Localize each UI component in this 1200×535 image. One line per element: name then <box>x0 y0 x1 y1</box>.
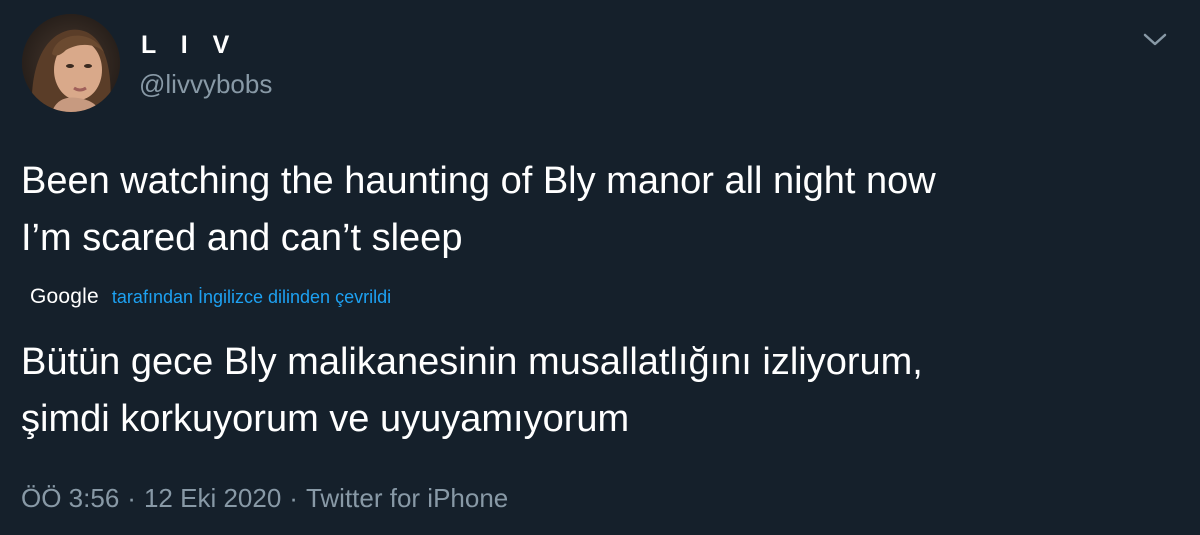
avatar[interactable] <box>22 14 120 112</box>
translation-label-link[interactable]: tarafından İngilizce dilinden çevrildi <box>112 287 391 308</box>
tweet-date[interactable]: 12 Eki 2020 <box>144 483 281 513</box>
tweet-metadata: ÖÖ 3:56 · 12 Eki 2020 · Twitter for iPhone <box>21 481 508 515</box>
tweet-card: L I V @livvybobs Been watching the haunt… <box>0 0 1200 535</box>
translation-attribution: Google tarafından İngilizce dilinden çev… <box>30 282 391 312</box>
chevron-down-icon[interactable] <box>1141 30 1169 50</box>
tweet-text: Been watching the haunting of Bly manor … <box>21 160 936 259</box>
google-logo: Google <box>30 285 99 308</box>
translated-text: Bütün gece Bly malikanesinin musallatlığ… <box>21 341 923 440</box>
user-handle[interactable]: @livvybobs <box>139 69 272 99</box>
tweet-source[interactable]: Twitter for iPhone <box>306 483 508 513</box>
separator: · <box>127 483 136 513</box>
tweet-time[interactable]: ÖÖ 3:56 <box>21 483 119 513</box>
display-name[interactable]: L I V <box>141 30 238 60</box>
separator: · <box>289 483 298 513</box>
profile-photo <box>22 14 120 112</box>
